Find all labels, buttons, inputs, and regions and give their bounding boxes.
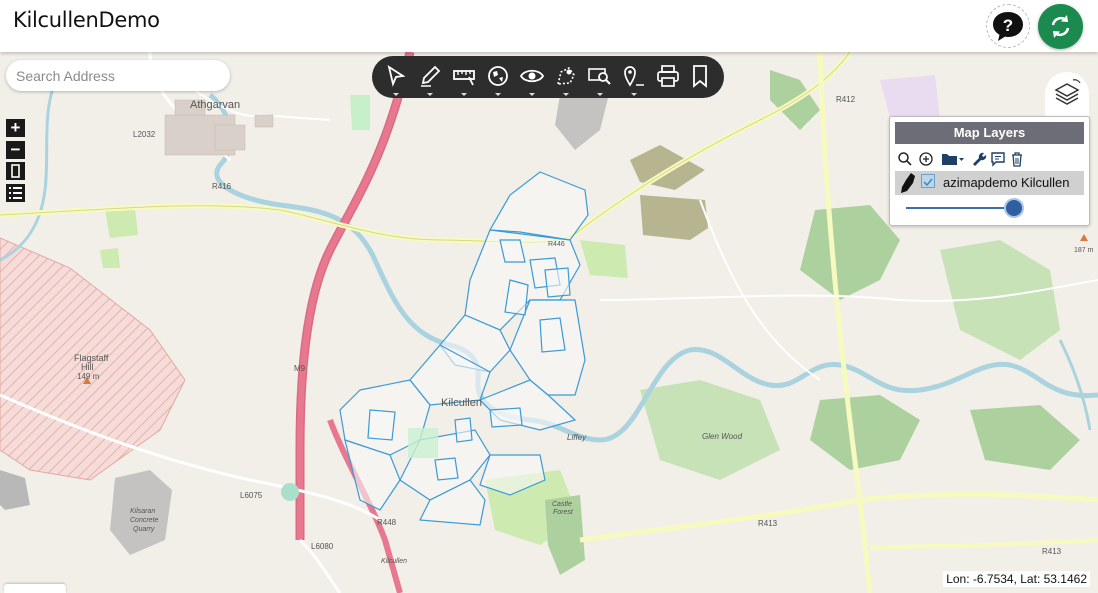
layer-shape-icon xyxy=(901,173,915,193)
layer-settings-button[interactable] xyxy=(971,150,987,168)
layer-search-button[interactable] xyxy=(897,150,913,168)
find-icon xyxy=(588,68,611,85)
label-kilcullen-south: Kilcullen xyxy=(381,558,407,565)
layer-delete-button[interactable] xyxy=(1009,150,1025,168)
label-r416: R416 xyxy=(212,182,232,191)
legend-list-button[interactable] xyxy=(6,184,25,202)
map-layers-panel: Map Layers azimapdemo Kilcullen xyxy=(889,116,1090,226)
opacity-slider-handle[interactable] xyxy=(1006,200,1022,216)
label-kilsaran: Kilsaran xyxy=(130,508,155,515)
comment-icon xyxy=(991,152,1005,167)
search-icon xyxy=(898,152,912,166)
marker-icon xyxy=(624,66,644,87)
svg-text:?: ? xyxy=(1003,16,1013,35)
globe-icon xyxy=(488,66,508,86)
layer-row[interactable]: azimapdemo Kilcullen xyxy=(895,171,1084,195)
list-icon xyxy=(9,187,22,199)
select-tool-button[interactable] xyxy=(381,63,411,96)
label-athgarvan: Athgarvan xyxy=(190,99,240,111)
zoom-extent-button[interactable] xyxy=(6,162,25,180)
map-layers-title: Map Layers xyxy=(895,122,1084,144)
visibility-icon xyxy=(519,69,545,83)
help-bubble-icon: ? xyxy=(993,12,1023,41)
label-kilcullen: Kilcullen xyxy=(441,397,482,409)
layer-opacity-slider[interactable] xyxy=(906,207,1014,209)
draw-tool-button[interactable] xyxy=(415,63,445,96)
checkmark-icon xyxy=(923,178,933,187)
label-r412: R412 xyxy=(836,95,856,104)
label-quarry: Quarry xyxy=(133,526,155,533)
select-icon xyxy=(387,65,406,87)
coordinate-readout: Lon: -6.7534, Lat: 53.1462 xyxy=(943,571,1090,587)
label-r413-east: R413 xyxy=(758,519,778,528)
add-circle-icon xyxy=(919,152,933,166)
label-l6080: L6080 xyxy=(311,542,334,551)
label-hill-elevation: 149 m xyxy=(77,372,100,381)
layer-folder-button[interactable] xyxy=(941,150,965,168)
layer-name: azimapdemo Kilcullen xyxy=(943,175,1070,190)
app-title: KilcullenDemo xyxy=(13,8,160,32)
layer-visibility-checkbox[interactable] xyxy=(921,174,935,188)
zoom-in-button[interactable]: + xyxy=(6,119,25,137)
label-glen-wood: Glen Wood xyxy=(702,432,743,441)
label-l6075: L6075 xyxy=(240,491,263,500)
measure-icon xyxy=(453,70,475,86)
layer-comment-button[interactable] xyxy=(990,150,1006,168)
label-concrete: Concrete xyxy=(130,517,159,524)
label-r446: R446 xyxy=(548,241,565,248)
route-tool-button[interactable] xyxy=(551,63,581,96)
label-r448: R448 xyxy=(377,518,397,527)
print-icon xyxy=(657,65,679,87)
map-toolbar xyxy=(372,56,724,98)
label-liffey: Liffey xyxy=(567,433,587,442)
label-r413-far-east: R413 xyxy=(1042,547,1062,556)
label-hill: Hill xyxy=(81,362,94,372)
folder-dropdown-icon xyxy=(942,154,964,165)
scale-bar xyxy=(4,584,66,593)
label-m9: M9 xyxy=(294,364,306,373)
visibility-tool-button[interactable] xyxy=(517,63,547,96)
refresh-button[interactable] xyxy=(1038,4,1083,49)
draw-icon xyxy=(421,65,441,87)
globe-tool-button[interactable] xyxy=(483,63,513,96)
add-layer-button[interactable] xyxy=(918,150,934,168)
bookmark-icon xyxy=(693,65,707,88)
find-tool-button[interactable] xyxy=(585,63,615,96)
measure-tool-button[interactable] xyxy=(449,63,479,96)
bookmark-tool-button[interactable] xyxy=(685,63,715,93)
print-tool-button[interactable] xyxy=(653,63,683,93)
layers-toggle-button[interactable] xyxy=(1045,72,1089,116)
label-forest: Forest xyxy=(553,509,574,516)
app-header: KilcullenDemo ? xyxy=(0,0,1098,52)
label-castle: Castle xyxy=(552,501,572,508)
refresh-icon xyxy=(1051,15,1070,38)
extent-icon xyxy=(11,164,20,178)
zoom-out-button[interactable]: − xyxy=(6,141,25,159)
help-button[interactable]: ? xyxy=(986,4,1030,48)
marker-tool-button[interactable] xyxy=(619,63,649,96)
search-address-input[interactable] xyxy=(6,60,230,91)
label-l2032: L2032 xyxy=(133,130,156,139)
trash-icon xyxy=(1012,152,1022,167)
layers-stack-icon xyxy=(1054,79,1081,105)
route-icon xyxy=(556,66,575,85)
wrench-icon xyxy=(973,152,987,166)
label-elevation-187: 187 m xyxy=(1074,247,1094,254)
